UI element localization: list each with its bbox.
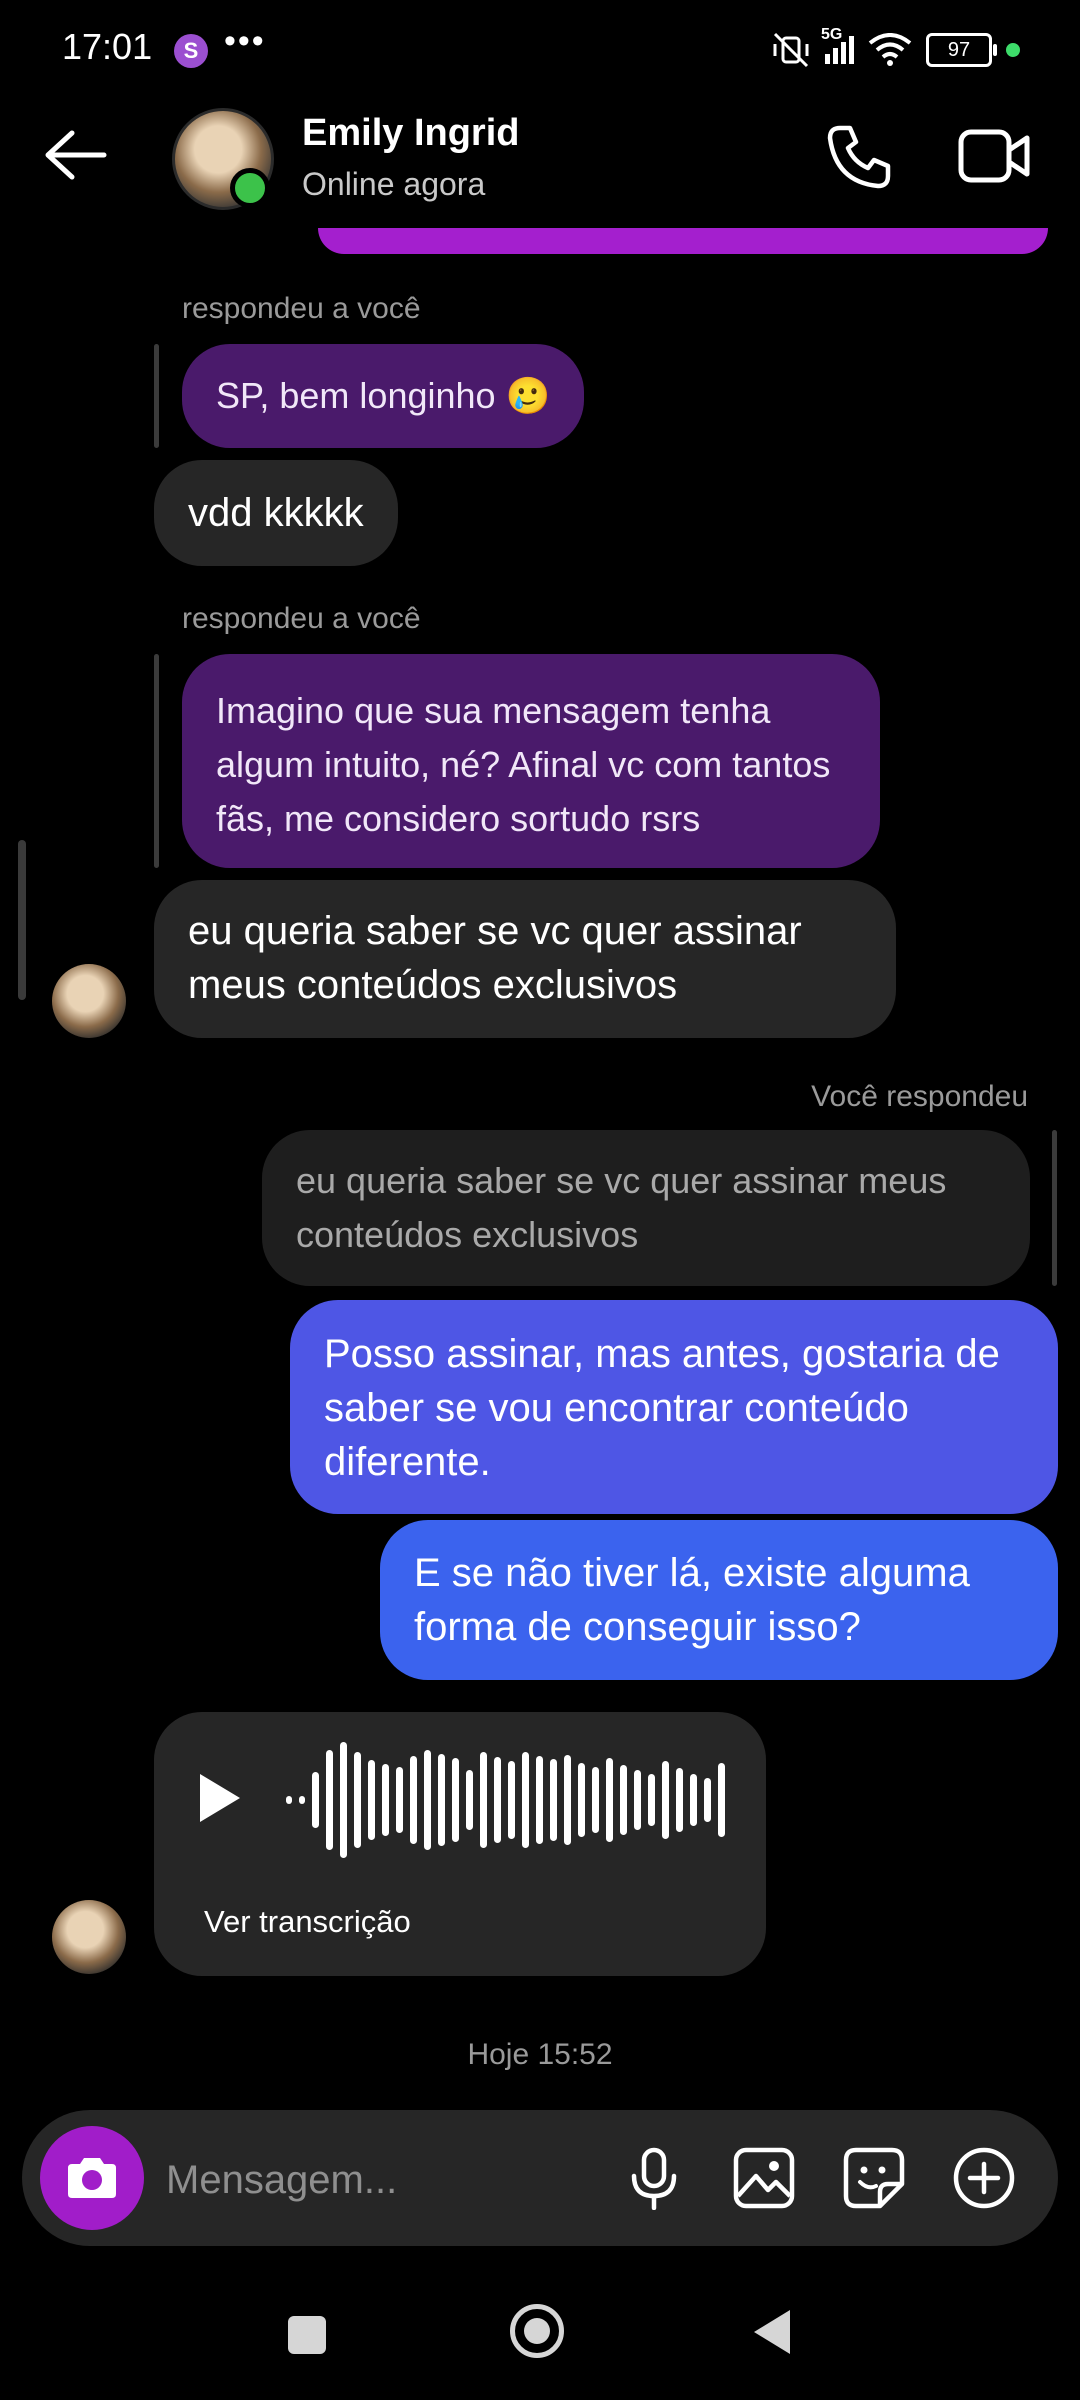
previous-message-bubble — [318, 228, 1048, 254]
outgoing-message[interactable]: Posso assinar, mas antes, gostaria de sa… — [290, 1300, 1058, 1514]
system-back-button[interactable] — [754, 2310, 790, 2354]
status-icons: 5G 97 — [771, 26, 1020, 70]
sender-avatar[interactable] — [52, 1900, 126, 1974]
reply-quote-line — [154, 654, 159, 868]
status-time: 17:01 — [62, 26, 153, 67]
app-badge-icon: S — [174, 34, 208, 68]
battery-icon: 97 — [926, 33, 997, 67]
reply-quote-line — [154, 344, 159, 448]
scrollbar[interactable] — [18, 840, 26, 1000]
cell-signal-icon: 5G — [821, 26, 854, 64]
sender-avatar[interactable] — [52, 964, 126, 1038]
gallery-icon[interactable] — [732, 2146, 796, 2210]
timestamp: Hoje 15:52 — [467, 2038, 613, 2071]
quoted-message[interactable]: Imagino que sua mensagem tenha algum int… — [182, 654, 880, 868]
incoming-message[interactable]: eu queria saber se vc quer assinar meus … — [154, 880, 896, 1038]
phone-icon[interactable] — [826, 124, 892, 190]
reply-quote-line — [1052, 1130, 1057, 1286]
network-type: 5G — [821, 26, 843, 43]
reply-label: respondeu a você — [182, 602, 421, 635]
reply-label: Você respondeu — [811, 1080, 1028, 1113]
sticker-icon[interactable] — [842, 2146, 906, 2210]
contact-status: Online agora — [302, 166, 486, 202]
plus-icon[interactable] — [952, 2146, 1016, 2210]
incoming-message[interactable]: vdd kkkkk — [154, 460, 398, 566]
contact-name[interactable]: Emily Ingrid — [302, 112, 519, 155]
video-camera-icon[interactable] — [958, 126, 1030, 186]
quoted-message[interactable]: SP, bem longinho 🥲 — [182, 344, 585, 448]
online-indicator — [230, 168, 270, 208]
view-transcript-link[interactable]: Ver transcrição — [204, 1904, 411, 1940]
reply-label: respondeu a você — [182, 292, 421, 325]
camera-button[interactable] — [40, 2126, 144, 2230]
outgoing-message[interactable]: E se não tiver lá, existe alguma forma d… — [380, 1520, 1058, 1680]
camera-icon — [68, 2158, 116, 2198]
mute-vibrate-icon — [773, 32, 809, 68]
quoted-message[interactable]: eu queria saber se vc quer assinar meus … — [262, 1130, 1030, 1286]
play-icon[interactable] — [200, 1774, 240, 1822]
wifi-icon — [868, 33, 912, 66]
more-notifications-icon: ••• — [224, 22, 266, 60]
home-icon — [524, 2318, 550, 2344]
message-input[interactable] — [164, 2154, 608, 2206]
privacy-dot-icon — [1006, 43, 1020, 57]
back-arrow-icon[interactable] — [44, 130, 108, 180]
microphone-icon[interactable] — [626, 2146, 682, 2210]
audio-waveform[interactable] — [286, 1740, 725, 1860]
recent-apps-button[interactable] — [288, 2316, 326, 2354]
